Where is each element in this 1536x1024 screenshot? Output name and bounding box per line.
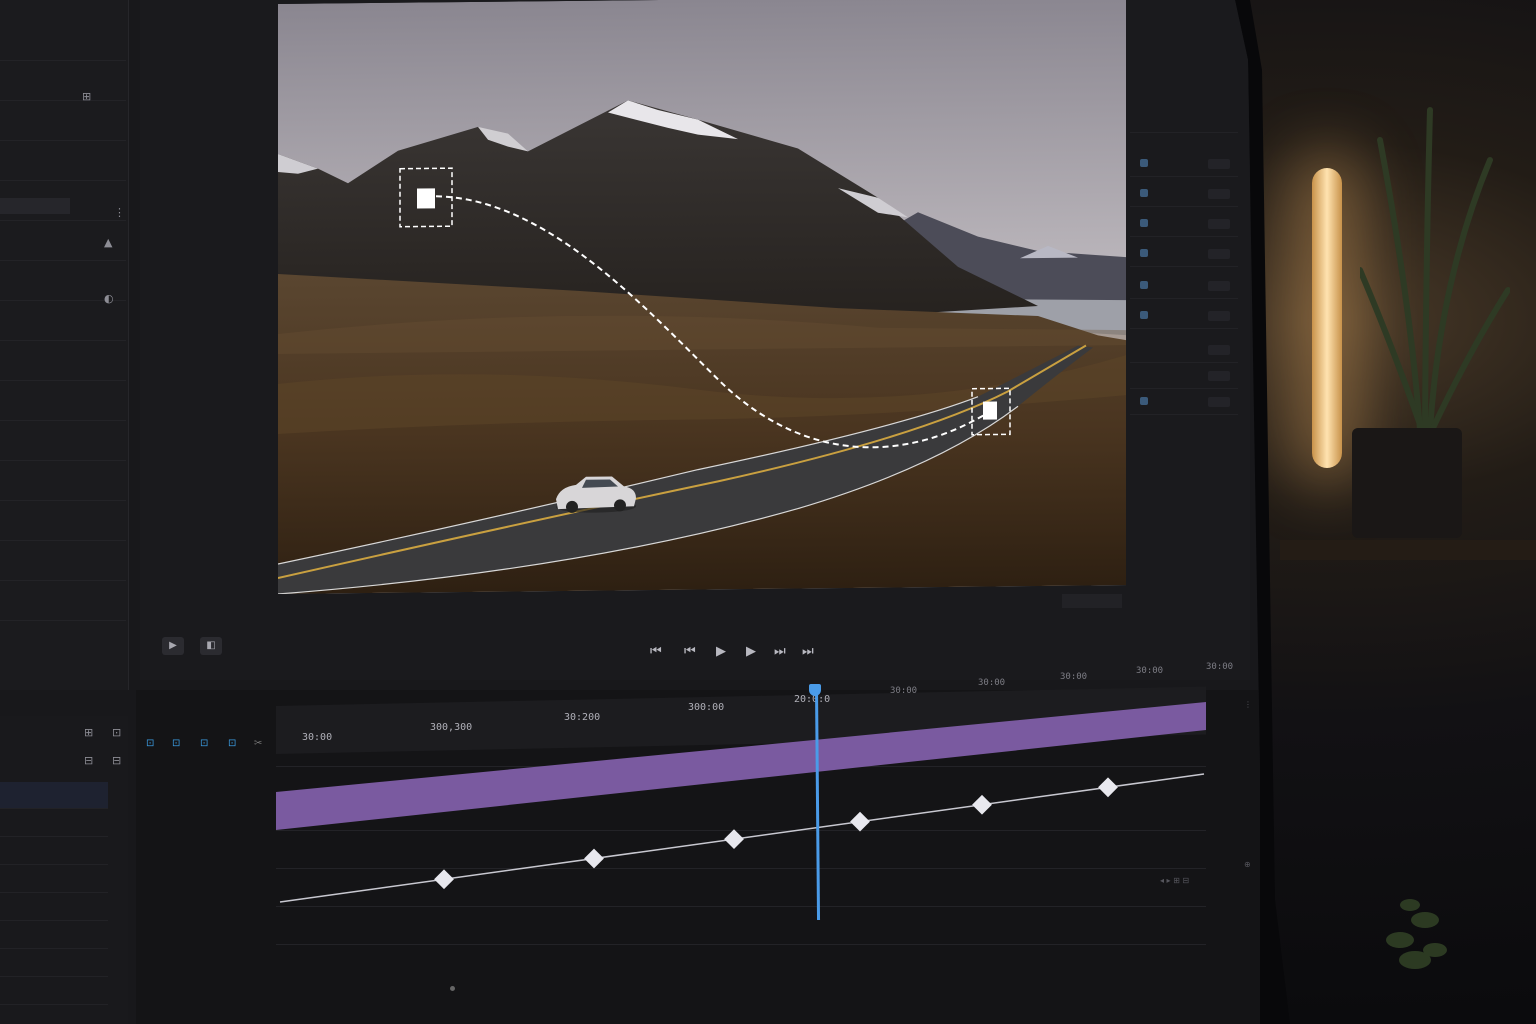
track-options-icon[interactable]: ⋮: [1244, 700, 1252, 709]
cloud-icon[interactable]: ▲: [104, 236, 112, 249]
shelf: [1280, 540, 1536, 560]
zoom-dropdown[interactable]: [1062, 594, 1122, 608]
sequence-icon[interactable]: ⊡: [112, 726, 121, 739]
scrollbar-thumb[interactable]: [450, 986, 455, 991]
menu-icon[interactable]: ⋮: [114, 206, 125, 219]
inspector-row[interactable]: [1130, 244, 1238, 267]
desk-lamp: [1312, 168, 1342, 468]
ruler-label: 30:00: [1136, 666, 1164, 676]
inspector-row[interactable]: [1130, 184, 1238, 207]
mark-in-button[interactable]: ▶: [162, 637, 184, 655]
track-item[interactable]: [0, 922, 108, 949]
add-track-icon[interactable]: ⊞: [84, 726, 93, 739]
skip-start-icon[interactable]: ⏮: [650, 644, 662, 659]
ruler-label: 30:00: [978, 678, 1006, 688]
keyframe-diamond[interactable]: [850, 811, 870, 832]
new-bin-icon[interactable]: ⊞: [82, 90, 91, 103]
playhead-handle[interactable]: [809, 684, 821, 696]
timeline-tracks: [276, 702, 1206, 903]
step-forward-icon[interactable]: ⏭: [774, 644, 786, 659]
track-item[interactable]: [0, 810, 108, 837]
zoom-slider-icon[interactable]: ⊕: [1244, 860, 1251, 869]
track-item[interactable]: [0, 838, 108, 865]
inspector-row[interactable]: [1130, 340, 1238, 363]
inspector-header: [1130, 110, 1238, 133]
link-icon[interactable]: ⊟: [112, 754, 121, 767]
ruler-label: 30:00: [1206, 662, 1234, 672]
ruler-label: 30:00: [1060, 672, 1088, 682]
play-forward-icon[interactable]: ▶: [746, 644, 756, 659]
mark-out-button[interactable]: ◧: [200, 637, 222, 655]
video-clip[interactable]: [276, 702, 1206, 830]
track-item[interactable]: [0, 978, 108, 1005]
track-item[interactable]: [0, 950, 108, 977]
track-list-panel: ⊞ ⊡ ⊟ ⊟: [0, 716, 128, 1024]
keyframe-diamond[interactable]: [972, 794, 992, 815]
monitor-screen: ⊞ ▲ ◐ ⋮ ⊞ ⊡ ⊟ ⊟ ▶ ◧ ⏮ ⏮ ▶ ▶ ⏭ ⏭ 30:00 30…: [0, 0, 1260, 1024]
inspector-row[interactable]: [1130, 306, 1238, 329]
inspector-row[interactable]: [1130, 276, 1238, 299]
inspector-panel: [1130, 104, 1242, 604]
project-panel: ⊞ ▲ ◐ ⋮: [0, 0, 129, 690]
snap-tool-icon[interactable]: ⊡: [228, 738, 236, 749]
razor-tool-icon[interactable]: ⊡: [146, 738, 154, 749]
video-frame: [278, 0, 1126, 594]
inspector-row[interactable]: [1130, 154, 1238, 177]
video-preview[interactable]: [278, 0, 1126, 594]
inspector-row[interactable]: [1130, 366, 1238, 389]
track-item-selected[interactable]: [0, 782, 108, 809]
inspector-row[interactable]: [1130, 214, 1238, 237]
skip-end-icon[interactable]: ⏭: [802, 644, 814, 659]
keyframe-diamond[interactable]: [584, 848, 604, 869]
keyframe-diamond[interactable]: [434, 869, 454, 890]
selected-bin[interactable]: [0, 198, 70, 214]
plant-pot: [1352, 428, 1462, 538]
timeline-footer-icons[interactable]: ◂ ▸ ⊞ ⊟: [1160, 876, 1189, 885]
keyframe-diamond[interactable]: [724, 829, 744, 850]
select-tool-icon[interactable]: ⊡: [172, 738, 180, 749]
track-item[interactable]: [0, 866, 108, 893]
lock-icon[interactable]: ⊟: [84, 754, 93, 767]
play-icon[interactable]: ▶: [716, 644, 726, 659]
hand-tool-icon[interactable]: ✂: [254, 738, 262, 749]
small-plant: [1386, 899, 1447, 969]
track-item[interactable]: [0, 894, 108, 921]
ripple-tool-icon[interactable]: ⊡: [200, 738, 208, 749]
plant-silhouette: [1360, 107, 1510, 430]
inspector-row[interactable]: [1130, 392, 1238, 415]
keyframe-diamond[interactable]: [1098, 777, 1118, 798]
step-back-icon[interactable]: ⏮: [684, 644, 696, 659]
settings-icon[interactable]: ◐: [104, 292, 114, 305]
